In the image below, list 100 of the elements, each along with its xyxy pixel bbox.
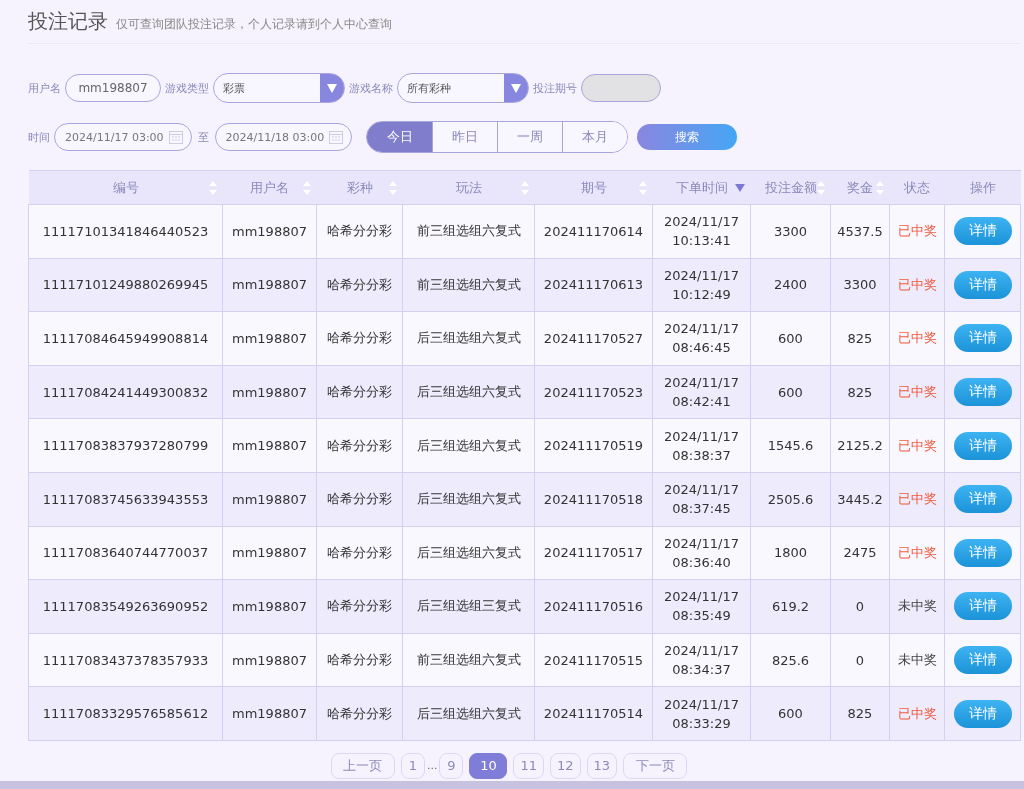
field-label: 用户名	[28, 80, 61, 96]
table-cell: 825	[830, 365, 890, 419]
table-cell: 1545.6	[750, 418, 831, 473]
table-cell: 哈希分分彩	[316, 472, 403, 527]
table-cell: 202411170514	[534, 686, 653, 741]
select-field[interactable]: 彩票	[213, 73, 345, 103]
details-button[interactable]: 详情	[953, 592, 1012, 621]
table-cell: 11117083640744770037	[28, 526, 223, 580]
page-subtitle: 仅可查询团队投注记录，个人记录请到个人中心查询	[116, 16, 392, 33]
page-nav-button[interactable]: 上一页	[330, 752, 395, 779]
table-cell: 825	[830, 311, 890, 366]
range-tab[interactable]: 今日	[367, 122, 433, 152]
search-button[interactable]: 搜索	[637, 124, 738, 150]
details-button[interactable]: 详情	[953, 217, 1012, 246]
page-button[interactable]: 13	[586, 752, 618, 779]
page-button[interactable]: 11	[513, 752, 544, 779]
status-cell: 已中奖	[889, 418, 945, 473]
username-field[interactable]: mm198807	[65, 74, 161, 102]
table-cell: 哈希分分彩	[316, 686, 403, 741]
table-cell: 825	[830, 686, 890, 741]
details-button[interactable]: 详情	[953, 431, 1012, 460]
table-cell: 2024/11/17 08:46:45	[652, 311, 751, 366]
table-cell: 哈希分分彩	[316, 365, 403, 419]
page-nav-button[interactable]: 下一页	[623, 752, 688, 779]
table-cell: 2024/11/17 10:12:49	[652, 258, 751, 312]
table-cell: 后三组选组六复式	[402, 311, 535, 366]
column-header[interactable]: 彩种	[316, 170, 403, 205]
table-cell: 哈希分分彩	[316, 633, 403, 687]
table-cell: 11117083837937280799	[28, 418, 223, 473]
pagination-ellipsis: ...	[426, 759, 438, 773]
table-cell: mm198807	[222, 204, 317, 259]
page-button[interactable]: 10	[469, 752, 508, 779]
table-cell: 11117101249880269945	[28, 258, 223, 312]
sort-icon	[208, 180, 217, 195]
column-header[interactable]: 状态	[889, 170, 945, 205]
column-header[interactable]: 编号	[28, 170, 223, 205]
column-header[interactable]: 投注金额	[750, 170, 831, 205]
table-cell: 600	[750, 686, 831, 741]
range-tab[interactable]: 本月	[562, 122, 628, 152]
column-header[interactable]: 奖金	[830, 170, 890, 205]
table-cell: 前三组选组六复式	[402, 258, 535, 312]
details-button[interactable]: 详情	[953, 538, 1012, 567]
table-cell: mm198807	[222, 579, 317, 634]
details-button[interactable]: 详情	[953, 270, 1012, 299]
status-cell: 已中奖	[889, 472, 945, 527]
table-cell: 2400	[750, 258, 831, 312]
table-cell: 0	[830, 633, 890, 687]
table-cell: mm198807	[222, 686, 317, 741]
table-cell: 202411170523	[534, 365, 653, 419]
separator-label: 至	[197, 129, 209, 145]
table-cell: 11117101341846440523	[28, 204, 223, 259]
table-cell: 后三组选组三复式	[402, 579, 535, 634]
status-cell: 已中奖	[889, 686, 945, 741]
table-cell: 2024/11/17 08:33:29	[652, 686, 751, 741]
table-cell: 后三组选组六复式	[402, 472, 535, 527]
table-cell: 3300	[750, 204, 831, 259]
date-field[interactable]: 2024/11/17 03:00	[54, 123, 192, 151]
table-cell: 11117083745633943553	[28, 472, 223, 527]
table-cell: 202411170613	[534, 258, 653, 312]
table-cell: mm198807	[222, 418, 317, 473]
table-cell: 2505.6	[750, 472, 831, 527]
page-button[interactable]: 9	[439, 752, 464, 779]
table-cell: 后三组选组六复式	[402, 526, 535, 580]
details-button[interactable]: 详情	[953, 699, 1012, 728]
page-title: 投注记录	[28, 8, 108, 35]
column-header[interactable]: 用户名	[222, 170, 317, 205]
table-cell: 后三组选组六复式	[402, 686, 535, 741]
details-button[interactable]: 详情	[953, 485, 1012, 514]
details-button[interactable]: 详情	[953, 646, 1012, 675]
table-cell: 3445.2	[830, 472, 890, 527]
sort-icon	[302, 180, 311, 195]
table-cell: 前三组选组六复式	[402, 633, 535, 687]
details-button[interactable]: 详情	[953, 324, 1012, 353]
sort-icon	[638, 180, 647, 195]
table-cell: 2024/11/17 08:36:40	[652, 526, 751, 580]
page-button[interactable]: 1	[400, 752, 425, 779]
table-cell: 后三组选组六复式	[402, 365, 535, 419]
column-header[interactable]: 期号	[534, 170, 653, 205]
column-header[interactable]: 操作	[944, 170, 1021, 205]
table-cell: 11117084645949908814	[28, 311, 223, 366]
sort-icon	[388, 180, 397, 195]
column-header[interactable]: 下单时间	[652, 170, 751, 205]
select-field[interactable]: 所有彩种	[397, 73, 529, 103]
details-button[interactable]: 详情	[953, 378, 1012, 407]
table-cell: mm198807	[222, 633, 317, 687]
table-cell: 11117083437378357933	[28, 633, 223, 687]
date-field[interactable]: 2024/11/18 03:00	[214, 123, 353, 151]
table-cell: 2024/11/17 08:37:45	[652, 472, 751, 527]
table-cell: 哈希分分彩	[316, 418, 403, 473]
field-label: 游戏类型	[165, 80, 209, 96]
table-cell: 202411170515	[534, 633, 653, 687]
column-header[interactable]: 玩法	[402, 170, 535, 205]
table-cell: 哈希分分彩	[316, 311, 403, 366]
field-label: 游戏名称	[349, 80, 393, 96]
table-cell: 600	[750, 311, 831, 366]
table-cell: 哈希分分彩	[316, 204, 403, 259]
table-cell: 600	[750, 365, 831, 419]
page-button[interactable]: 12	[549, 752, 581, 779]
table-cell: 0	[830, 579, 890, 634]
table-cell: 4537.5	[830, 204, 890, 259]
